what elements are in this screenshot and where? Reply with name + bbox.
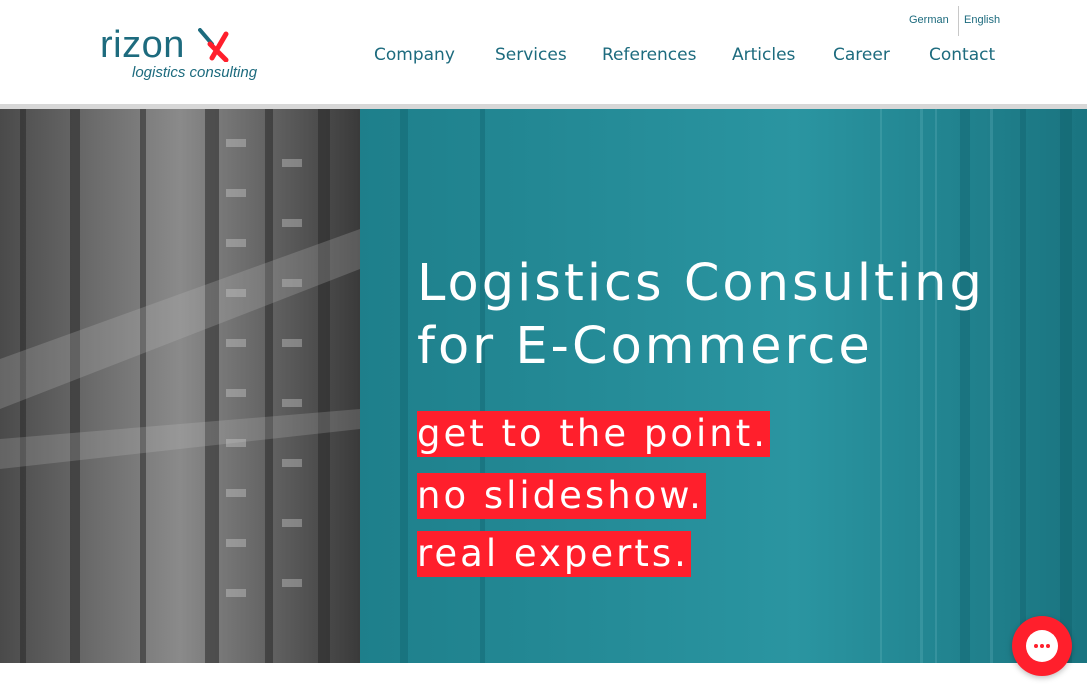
hero-tagline-3: real experts. <box>417 531 691 577</box>
brand-logo[interactable]: rizon logistics consulting <box>100 24 257 86</box>
logo-x-icon <box>198 28 229 62</box>
language-english-link[interactable]: English <box>964 14 1000 26</box>
nav-item-references[interactable]: References <box>602 44 696 66</box>
nav-item-career[interactable]: Career <box>833 44 890 66</box>
hero-headline-line-1: Logistics Consulting <box>417 254 985 313</box>
hero-tagline-1: get to the point. <box>417 411 771 457</box>
nav-item-articles[interactable]: Articles <box>732 44 795 66</box>
chat-dot-3 <box>1046 644 1050 648</box>
nav-item-services[interactable]: Services <box>495 44 567 66</box>
nav-item-contact[interactable]: Contact <box>929 44 995 66</box>
hero-headline-line-2: for E-Commerce <box>417 317 873 376</box>
server-rack-teal-overlay <box>360 109 1087 663</box>
chat-button[interactable] <box>1012 616 1072 676</box>
hero-section: Logistics Consulting for E-Commerce get … <box>0 109 1087 663</box>
nav-item-company[interactable]: Company <box>374 44 455 66</box>
hero-photo-grayscale <box>0 109 360 663</box>
site-header: rizon logistics consulting German Englis… <box>0 0 1087 104</box>
hero-tagline-2: no slideshow. <box>417 473 706 519</box>
logo-subtitle: logistics consulting <box>132 64 258 81</box>
chat-dot-2 <box>1040 644 1044 648</box>
chat-dot-1 <box>1034 644 1038 648</box>
language-german-link[interactable]: German <box>909 14 949 26</box>
chat-bubble-icon <box>1026 630 1058 662</box>
hero-photo-teal <box>360 109 1087 663</box>
language-divider <box>958 6 959 36</box>
logo-wordmark: rizon <box>100 24 185 66</box>
server-rack-photo <box>0 109 360 663</box>
